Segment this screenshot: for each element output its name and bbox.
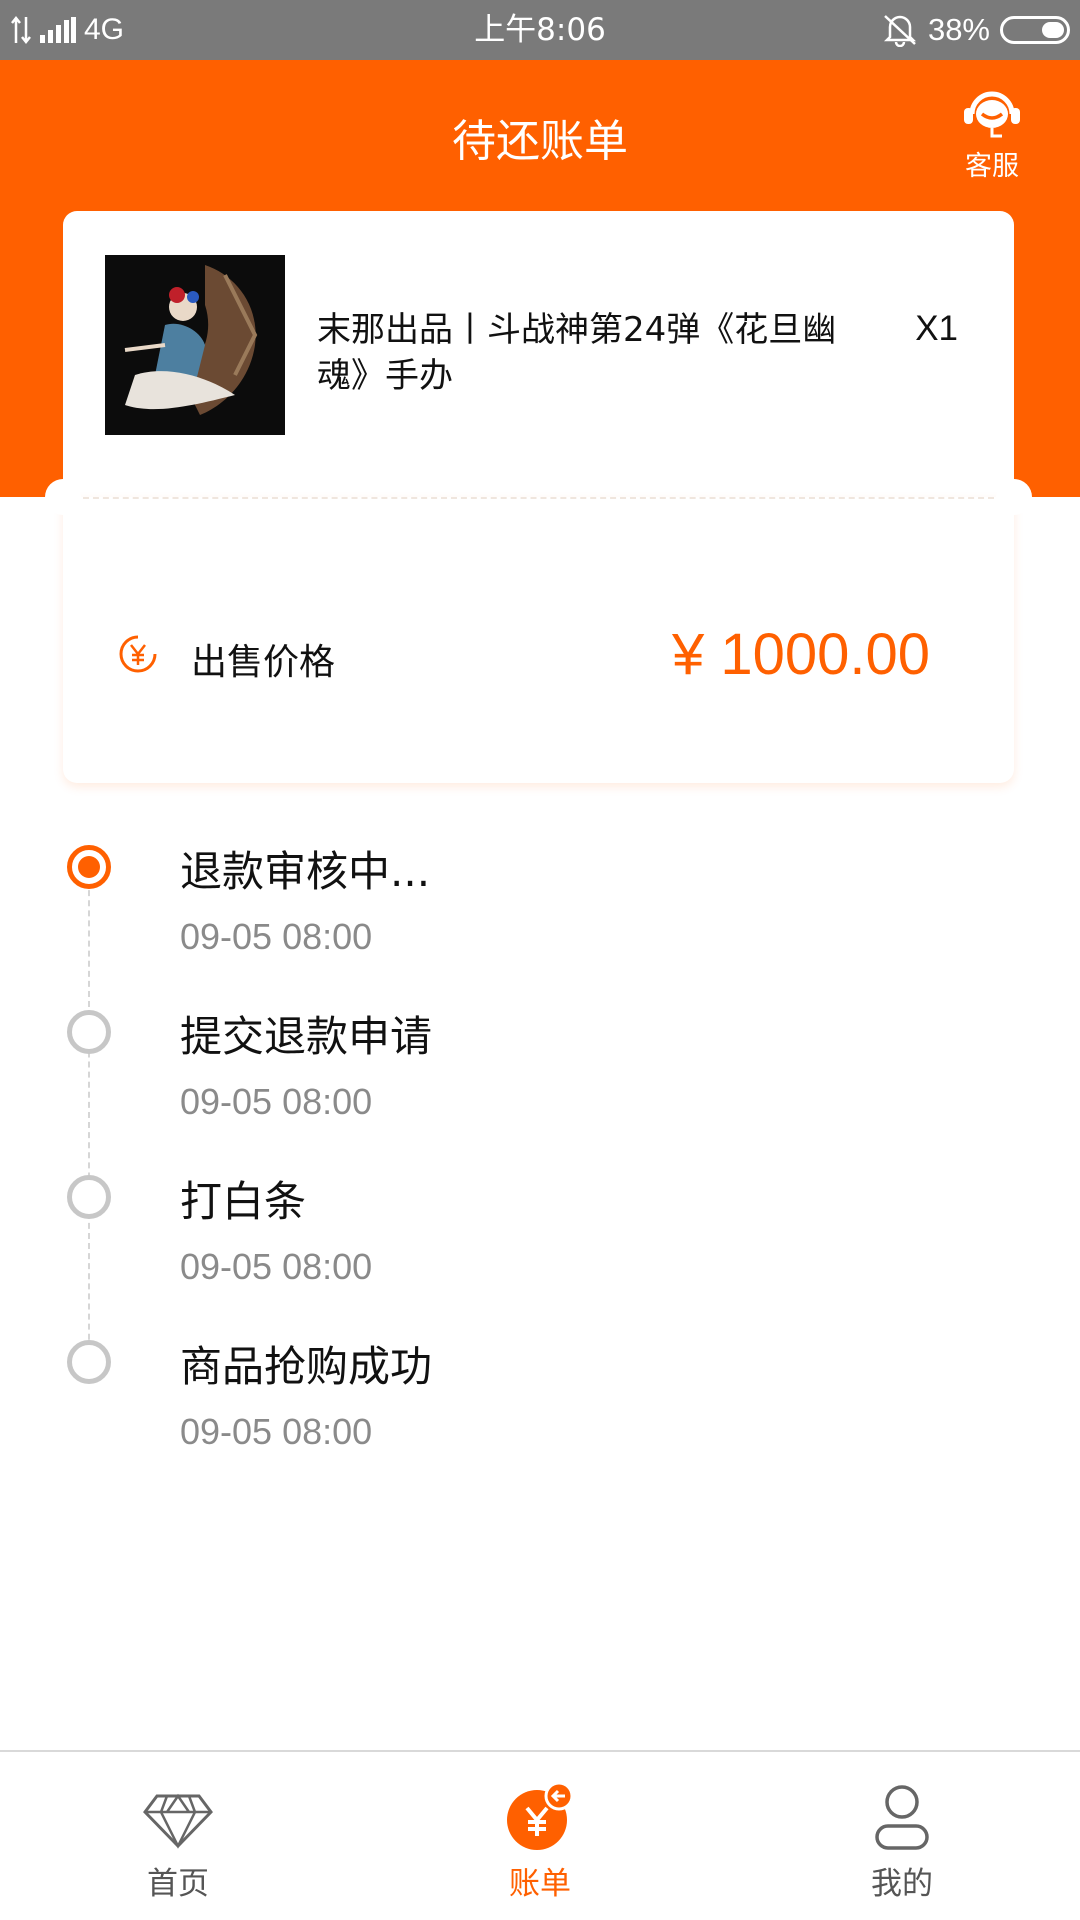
nav-profile-label: 我的 xyxy=(871,1866,933,1902)
timeline-dot xyxy=(67,1340,111,1384)
nav-bill[interactable]: 账单 xyxy=(440,1752,640,1920)
timeline-title: 提交退款申请 xyxy=(180,1012,433,1061)
timeline-dot xyxy=(67,1175,111,1219)
customer-service-label: 客服 xyxy=(965,151,1019,182)
timeline-time: 09-05 08:00 xyxy=(180,1246,373,1287)
timeline-title: 退款审核中... xyxy=(180,847,431,896)
status-bar: 4G 上午8:06 38% xyxy=(0,0,1080,60)
timeline-item: 提交退款申请 09-05 08:00 xyxy=(0,995,1080,1155)
card-notch-left xyxy=(45,479,81,515)
timeline-dot-active xyxy=(67,845,111,889)
product-title: 末那出品丨斗战神第24弹《花旦幽魂》手办 xyxy=(317,310,837,396)
price-label: 出售价格 xyxy=(191,642,336,683)
timeline-title: 打白条 xyxy=(180,1177,307,1226)
nav-home-label: 首页 xyxy=(147,1866,209,1902)
yen-icon xyxy=(119,635,157,673)
timeline-time: 09-05 08:00 xyxy=(180,1081,373,1122)
card-notch-right xyxy=(996,479,1032,515)
card-divider xyxy=(83,497,994,499)
diamond-icon xyxy=(143,1793,213,1849)
product-image xyxy=(105,255,285,435)
product-quantity: X1 xyxy=(915,309,958,348)
nav-profile[interactable]: 我的 xyxy=(802,1752,1002,1920)
headset-icon xyxy=(964,91,1020,138)
bottom-nav: 首页 账单 我的 xyxy=(0,1750,1080,1920)
page-title: 待还账单 xyxy=(452,116,628,167)
timeline-title: 商品抢购成功 xyxy=(180,1342,433,1391)
timeline-time: 09-05 08:00 xyxy=(180,916,373,957)
price-value: ¥ 1000.00 xyxy=(671,622,930,687)
timeline-item: 打白条 09-05 08:00 xyxy=(0,1160,1080,1320)
timeline-time: 09-05 08:00 xyxy=(180,1411,373,1452)
nav-bill-label: 账单 xyxy=(509,1866,571,1902)
customer-service-button[interactable]: 客服 xyxy=(942,88,1042,183)
bill-yen-icon xyxy=(507,1782,574,1850)
price-card: 出售价格 ¥ 1000.00 xyxy=(45,479,1032,783)
battery-icon xyxy=(1000,16,1070,44)
user-icon xyxy=(875,1785,929,1850)
nav-home[interactable]: 首页 xyxy=(78,1752,278,1920)
mute-icon xyxy=(883,15,916,47)
timeline-item: 退款审核中... 09-05 08:00 xyxy=(0,830,1080,990)
timeline-item: 商品抢购成功 09-05 08:00 xyxy=(0,1325,1080,1485)
timeline-dot xyxy=(67,1010,111,1054)
battery-percent: 38% xyxy=(927,12,990,47)
product-card[interactable]: 末那出品丨斗战神第24弹《花旦幽魂》手办 X1 xyxy=(63,211,1014,497)
status-right: 38% xyxy=(882,0,1070,60)
